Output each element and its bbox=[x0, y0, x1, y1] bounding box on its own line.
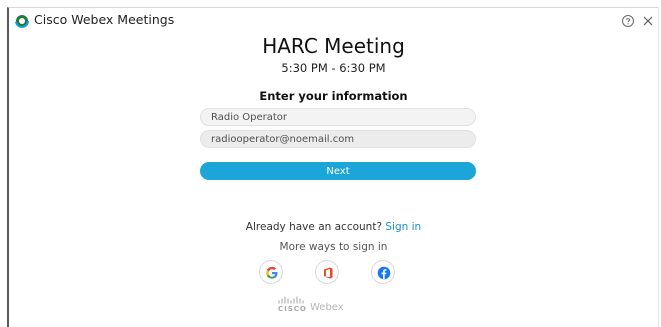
close-icon[interactable] bbox=[641, 13, 655, 27]
webex-wordmark: Webex bbox=[310, 302, 344, 313]
google-icon bbox=[266, 266, 278, 279]
more-ways-label: More ways to sign in bbox=[279, 241, 388, 253]
email-input[interactable] bbox=[200, 130, 476, 148]
office-sign-in-button[interactable] bbox=[315, 260, 339, 284]
webex-logo-icon bbox=[15, 13, 29, 28]
facebook-icon bbox=[377, 266, 391, 280]
google-sign-in-button[interactable] bbox=[259, 260, 283, 284]
cisco-wordmark: CISCO bbox=[278, 305, 307, 313]
meeting-title: HARC Meeting bbox=[262, 34, 405, 58]
cisco-webex-brand: CISCO Webex bbox=[277, 296, 377, 316]
office-icon bbox=[324, 267, 333, 279]
window-title: Cisco Webex Meetings bbox=[34, 12, 175, 27]
display-name-input[interactable] bbox=[200, 108, 476, 126]
form-heading: Enter your information bbox=[259, 89, 408, 103]
account-prompt-text: Already have an account? bbox=[245, 221, 383, 233]
cisco-bars-icon bbox=[278, 296, 304, 304]
webex-window: Cisco Webex Meetings HARC Meeting 5:30 P… bbox=[7, 7, 659, 327]
title-bar: Cisco Webex Meetings bbox=[9, 8, 658, 32]
help-icon[interactable] bbox=[621, 13, 635, 27]
account-prompt: Already have an account? Sign in bbox=[9, 221, 658, 233]
facebook-sign-in-button[interactable] bbox=[371, 260, 395, 284]
next-button[interactable]: Next bbox=[200, 162, 476, 180]
meeting-time: 5:30 PM - 6:30 PM bbox=[281, 61, 386, 75]
sign-in-link[interactable]: Sign in bbox=[385, 221, 421, 233]
